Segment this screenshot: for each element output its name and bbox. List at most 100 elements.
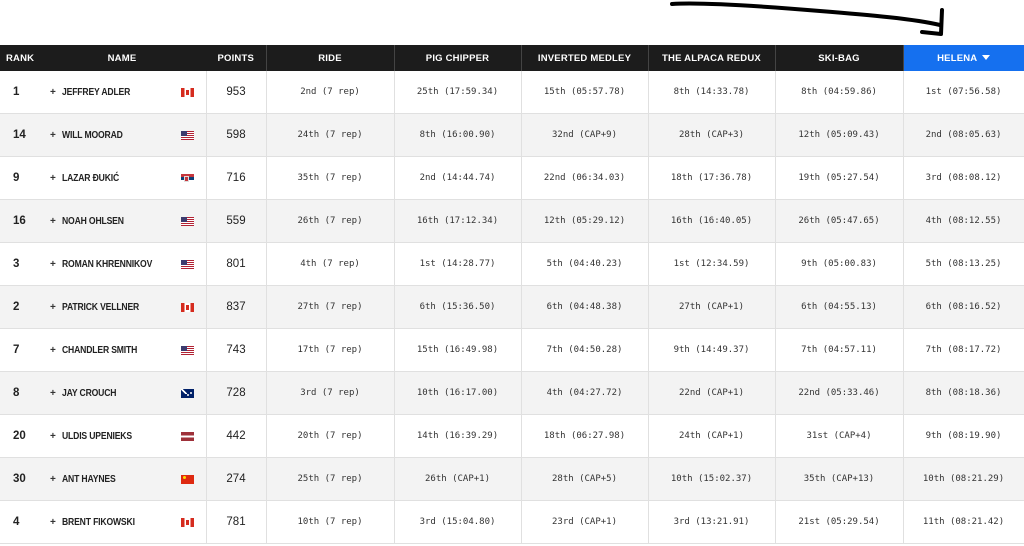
table-row[interactable]: 1 + JEFFREY ADLER 953 2nd (7 rep) 25th (17:59… <box>0 71 1024 115</box>
usa-flag-icon <box>180 217 194 227</box>
athlete-cell[interactable]: + JAY CROUCH <box>38 371 207 416</box>
event-header-ski-bag[interactable]: SKI-BAG <box>775 45 904 71</box>
event-result-ride: 27th (7 rep) <box>266 285 395 330</box>
expand-icon[interactable]: + <box>50 388 56 399</box>
athlete-cell[interactable]: + BRENT FIKOWSKI <box>38 500 207 545</box>
points-cell: 559 <box>206 199 267 244</box>
points-cell: 598 <box>206 113 267 158</box>
athlete-name[interactable]: CHANDLER SMITH <box>62 329 137 371</box>
event-header-helena-sorted[interactable]: HELENA <box>903 45 1024 71</box>
event-result-alpaca-redux: 24th (CAP+1) <box>648 414 776 459</box>
table-row[interactable]: 2 + PATRICK VELLNER 837 27th (7 rep) 6th (15:… <box>0 285 1024 330</box>
rank-cell: 9 <box>0 156 38 201</box>
expand-icon[interactable]: + <box>50 216 56 227</box>
serbia-flag-icon <box>180 174 194 184</box>
expand-icon[interactable]: + <box>50 87 56 98</box>
athlete-name[interactable]: WILL MOORAD <box>62 114 123 156</box>
table-row[interactable]: 14 + WILL MOORAD 598 24th (7 rep) 8th (16:00.… <box>0 113 1024 158</box>
event-result-pig-chipper: 6th (15:36.50) <box>394 285 522 330</box>
event-result-inverted-medley: 32nd (CAP+9) <box>521 113 649 158</box>
event-result-pig-chipper: 3rd (15:04.80) <box>394 500 522 545</box>
usa-flag-icon <box>180 346 194 356</box>
event-header-ride[interactable]: RIDE <box>266 45 395 71</box>
event-result-alpaca-redux: 28th (CAP+3) <box>648 113 776 158</box>
event-result-ride: 26th (7 rep) <box>266 199 395 244</box>
expand-icon[interactable]: + <box>50 130 56 141</box>
points-header[interactable]: POINTS <box>206 45 267 71</box>
athlete-cell[interactable]: + LAZAR ĐUKIĆ <box>38 156 207 201</box>
event-result-ski-bag: 22nd (05:33.46) <box>775 371 904 416</box>
event-result-ride: 24th (7 rep) <box>266 113 395 158</box>
athlete-cell[interactable]: + PATRICK VELLNER <box>38 285 207 330</box>
athlete-cell[interactable]: + WILL MOORAD <box>38 113 207 158</box>
event-result-ride: 10th (7 rep) <box>266 500 395 545</box>
expand-icon[interactable]: + <box>50 474 56 485</box>
rank-cell: 3 <box>0 242 38 287</box>
event-result-inverted-medley: 28th (CAP+5) <box>521 457 649 502</box>
event-result-helena: 4th (08:12.55) <box>903 199 1024 244</box>
athlete-cell[interactable]: + ULDIS UPENIEKS <box>38 414 207 459</box>
table-row[interactable]: 30 + ANT HAYNES 274 25th (7 rep) 26th (CAP+1)… <box>0 457 1024 502</box>
event-result-ride: 25th (7 rep) <box>266 457 395 502</box>
athlete-cell[interactable]: + JEFFREY ADLER <box>38 71 207 115</box>
athlete-name[interactable]: ROMAN KHRENNIKOV <box>62 243 152 285</box>
points-cell: 837 <box>206 285 267 330</box>
event-result-alpaca-redux: 8th (14:33.78) <box>648 71 776 115</box>
event-result-inverted-medley: 7th (04:50.28) <box>521 328 649 373</box>
athlete-cell[interactable]: + ROMAN KHRENNIKOV <box>38 242 207 287</box>
rank-header[interactable]: RANK <box>0 45 38 71</box>
table-row[interactable]: 7 + CHANDLER SMITH 743 17th (7 rep) 15th (16:… <box>0 328 1024 373</box>
event-header-inverted-medley[interactable]: INVERTED MEDLEY <box>521 45 649 71</box>
usa-flag-icon <box>180 260 194 270</box>
athlete-name[interactable]: LAZAR ĐUKIĆ <box>62 157 119 199</box>
table-row[interactable]: 3 + ROMAN KHRENNIKOV 801 4th (7 rep) 1st (14:… <box>0 242 1024 287</box>
event-result-inverted-medley: 22nd (06:34.03) <box>521 156 649 201</box>
event-result-ski-bag: 12th (05:09.43) <box>775 113 904 158</box>
rank-cell: 14 <box>0 113 38 158</box>
table-row[interactable]: 8 + JAY CROUCH 728 3rd (7 rep) 10th (16:17.00… <box>0 371 1024 416</box>
expand-icon[interactable]: + <box>50 517 56 528</box>
athlete-cell[interactable]: + NOAH OHLSEN <box>38 199 207 244</box>
expand-icon[interactable]: + <box>50 345 56 356</box>
table-row[interactable]: 9 + LAZAR ĐUKIĆ 716 35th (7 rep) 2nd (14:44.7… <box>0 156 1024 201</box>
helena-header-label: HELENA <box>937 52 978 64</box>
event-result-pig-chipper: 1st (14:28.77) <box>394 242 522 287</box>
event-result-ride: 2nd (7 rep) <box>266 71 395 115</box>
event-result-ski-bag: 19th (05:27.54) <box>775 156 904 201</box>
athlete-name[interactable]: PATRICK VELLNER <box>62 286 139 328</box>
event-result-pig-chipper: 25th (17:59.34) <box>394 71 522 115</box>
athlete-name[interactable]: ULDIS UPENIEKS <box>62 415 132 457</box>
points-cell: 274 <box>206 457 267 502</box>
canada-flag-icon <box>180 88 194 98</box>
athlete-cell[interactable]: + ANT HAYNES <box>38 457 207 502</box>
expand-icon[interactable]: + <box>50 173 56 184</box>
table-row[interactable]: 20 + ULDIS UPENIEKS 442 20th (7 rep) 14th (16… <box>0 414 1024 459</box>
rank-cell: 30 <box>0 457 38 502</box>
event-result-ride: 3rd (7 rep) <box>266 371 395 416</box>
table-row[interactable]: 4 + BRENT FIKOWSKI 781 10th (7 rep) 3rd (15:0… <box>0 500 1024 545</box>
athlete-name[interactable]: NOAH OHLSEN <box>62 200 124 242</box>
athlete-cell[interactable]: + CHANDLER SMITH <box>38 328 207 373</box>
athlete-name[interactable]: ANT HAYNES <box>62 458 116 500</box>
event-result-helena: 7th (08:17.72) <box>903 328 1024 373</box>
rank-cell: 4 <box>0 500 38 545</box>
athlete-name[interactable]: JAY CROUCH <box>62 372 117 414</box>
expand-icon[interactable]: + <box>50 302 56 313</box>
name-header[interactable]: NAME <box>38 45 206 71</box>
event-result-inverted-medley: 12th (05:29.12) <box>521 199 649 244</box>
athlete-name[interactable]: JEFFREY ADLER <box>62 71 130 113</box>
event-result-ski-bag: 9th (05:00.83) <box>775 242 904 287</box>
table-row[interactable]: 16 + NOAH OHLSEN 559 26th (7 rep) 16th (17:12… <box>0 199 1024 244</box>
event-result-pig-chipper: 14th (16:39.29) <box>394 414 522 459</box>
expand-icon[interactable]: + <box>50 431 56 442</box>
athlete-name[interactable]: BRENT FIKOWSKI <box>62 501 135 543</box>
event-result-pig-chipper: 10th (16:17.00) <box>394 371 522 416</box>
event-result-ski-bag: 31st (CAP+4) <box>775 414 904 459</box>
canada-flag-icon <box>180 518 194 528</box>
latvia-flag-icon <box>180 432 194 442</box>
event-header-alpaca-redux[interactable]: THE ALPACA REDUX <box>648 45 776 71</box>
expand-icon[interactable]: + <box>50 259 56 270</box>
event-result-helena: 11th (08:21.42) <box>903 500 1024 545</box>
event-result-pig-chipper: 15th (16:49.98) <box>394 328 522 373</box>
event-header-pig-chipper[interactable]: PIG CHIPPER <box>394 45 522 71</box>
